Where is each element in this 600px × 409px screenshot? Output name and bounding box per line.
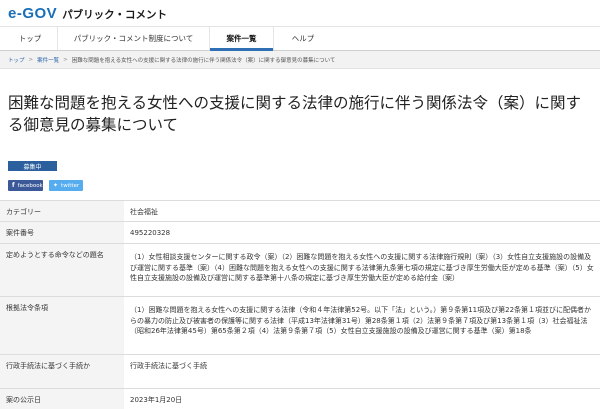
breadcrumb-home-link[interactable]: トップ	[8, 56, 25, 64]
breadcrumb-current: 困難な問題を抱える女性への支援に関する法律の施行に伴う関係法令（案）に関する御意…	[71, 57, 336, 64]
detail-row-category: カテゴリー 社会福祉	[0, 200, 600, 222]
detail-row-order-names: 定めようとする命令などの題名 （1）女性相談支援センターに関する政令（案）（2）…	[0, 244, 600, 297]
detail-row-announce-date: 案の公示日 2023年1月20日	[0, 389, 600, 409]
case-details-table: カテゴリー 社会福祉 案件番号 495220328 定めようとする命令などの題名…	[0, 200, 600, 409]
detail-label: 行政手続法に基づく手続か	[0, 355, 124, 388]
breadcrumb-separator: >	[28, 56, 34, 63]
facebook-icon: f	[12, 182, 15, 189]
facebook-share-button[interactable]: f facebook	[8, 180, 43, 191]
detail-label: 定めようとする命令などの題名	[0, 244, 124, 296]
breadcrumb-list-link[interactable]: 案件一覧	[37, 56, 59, 64]
detail-value: （1）困難な問題を抱える女性への支援に関する法律（令和４年法律第52号。以下「法…	[130, 306, 592, 335]
twitter-icon: ✦	[53, 182, 59, 189]
detail-row-case-number: 案件番号 495220328	[0, 222, 600, 244]
detail-value: （1）女性相談支援センターに関する政令（案）（2）困難な問題を抱える女性への支援…	[130, 253, 594, 282]
breadcrumb-separator: >	[63, 56, 68, 63]
status-badge: 募集中	[8, 161, 57, 171]
detail-value: 2023年1月20日	[130, 396, 183, 404]
twitter-label: twitter	[61, 182, 80, 189]
detail-label: カテゴリー	[0, 201, 124, 221]
egov-logo[interactable]: e-GOV パブリック・コメント	[8, 5, 167, 22]
detail-value: 社会福祉	[130, 208, 158, 216]
detail-value: 行政手続法に基づく手続	[130, 362, 207, 370]
detail-label: 根拠法令条項	[0, 297, 124, 354]
site-header: e-GOV パブリック・コメント	[0, 0, 600, 26]
detail-label: 案の公示日	[0, 389, 124, 409]
detail-label: 案件番号	[0, 222, 124, 243]
facebook-label: facebook	[17, 182, 43, 189]
logo-text: e-GOV	[8, 4, 58, 22]
detail-value: 495220328	[130, 229, 171, 237]
nav-top[interactable]: トップ	[3, 27, 58, 50]
nav-case-list[interactable]: 案件一覧	[210, 27, 274, 51]
global-nav: トップ パブリック・コメント制度について 案件一覧 ヘルプ	[0, 26, 600, 51]
site-name: パブリック・コメント	[62, 8, 167, 21]
breadcrumb: トップ > 案件一覧 > 困難な問題を抱える女性への支援に関する法律の施行に伴う…	[0, 51, 600, 69]
page-title: 困難な問題を抱える女性への支援に関する法律の施行に伴う関係法令（案）に関する御意…	[8, 94, 582, 134]
nav-help[interactable]: ヘルプ	[274, 27, 332, 50]
twitter-share-button[interactable]: ✦ twitter	[49, 180, 83, 191]
detail-row-admin-procedure: 行政手続法に基づく手続か 行政手続法に基づく手続	[0, 355, 600, 389]
detail-row-basis-law: 根拠法令条項 （1）困難な問題を抱える女性への支援に関する法律（令和４年法律第5…	[0, 297, 600, 355]
nav-about-system[interactable]: パブリック・コメント制度について	[58, 27, 210, 50]
